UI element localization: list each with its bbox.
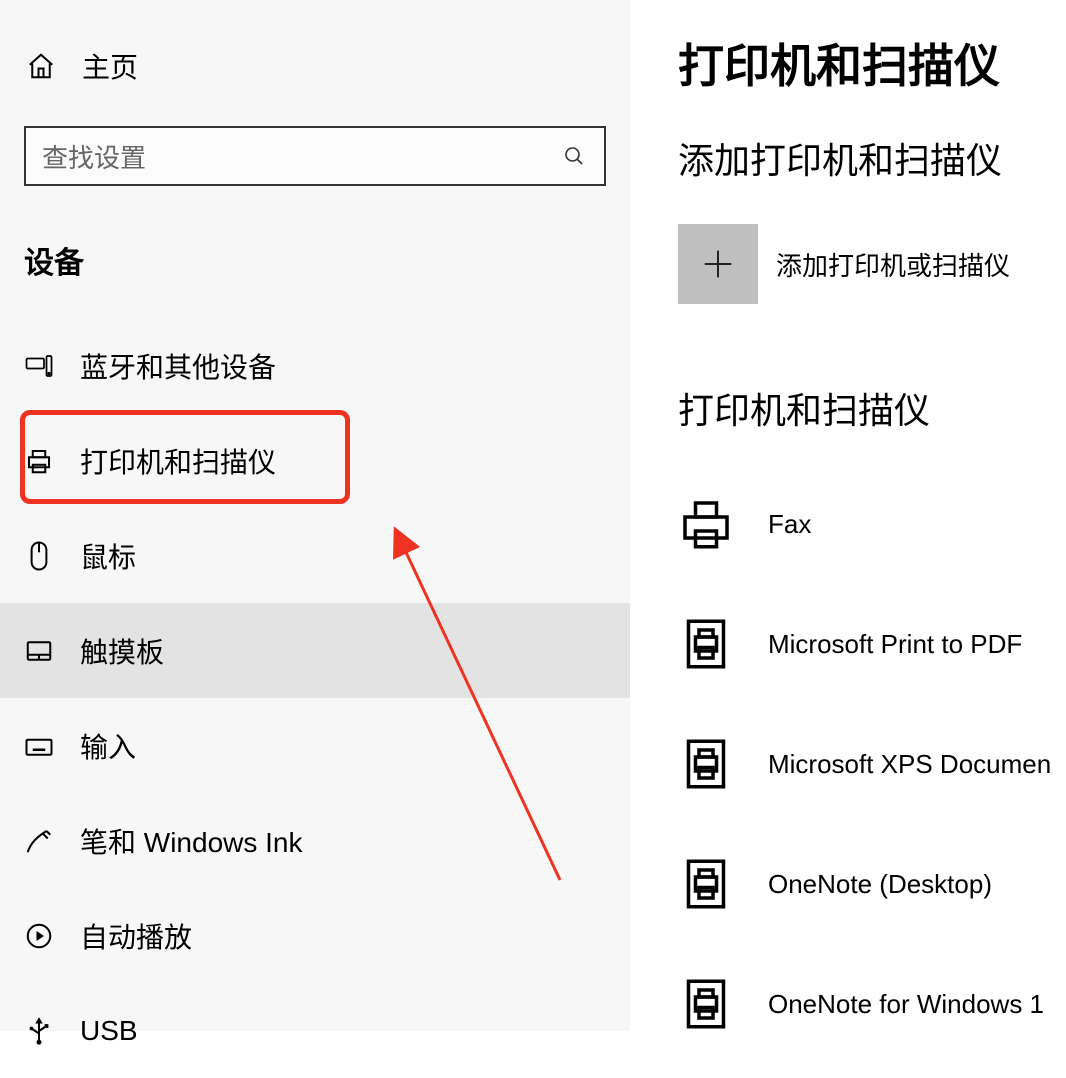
sidebar-item-label: 打印机和扫描仪	[80, 441, 276, 481]
home-button[interactable]: 主页	[0, 30, 630, 102]
sidebar-item-label: 自动播放	[80, 916, 192, 956]
sidebar-item-bluetooth[interactable]: 蓝牙和其他设备	[0, 318, 630, 413]
sidebar: 主页 查找设置 设备 蓝牙和其他设备	[0, 0, 630, 1031]
touchpad-icon	[24, 636, 80, 666]
home-icon	[26, 51, 82, 81]
main-pane: 打印机和扫描仪 添加打印机和扫描仪 添加打印机或扫描仪 打印机和扫描仪 Fax	[678, 0, 1066, 1064]
search-placeholder: 查找设置	[42, 138, 562, 175]
virtual-printer-icon	[678, 736, 768, 792]
sidebar-item-label: 笔和 Windows Ink	[80, 821, 303, 861]
printer-item-fax[interactable]: Fax	[678, 464, 1066, 584]
add-section-heading: 添加打印机和扫描仪	[678, 132, 1066, 184]
sidebar-item-mouse[interactable]: 鼠标	[0, 508, 630, 603]
printer-item-onenote-win[interactable]: OneNote for Windows 1	[678, 944, 1066, 1064]
printers-list-heading: 打印机和扫描仪	[678, 382, 1066, 434]
keyboard-icon	[24, 731, 80, 761]
autoplay-icon	[24, 921, 80, 951]
printer-item-xps[interactable]: Microsoft XPS Documen	[678, 704, 1066, 824]
search-icon	[562, 144, 588, 168]
sidebar-item-label: 触摸板	[80, 631, 164, 671]
add-printer-label: 添加打印机或扫描仪	[776, 246, 1010, 283]
add-printer-button[interactable]: 添加打印机或扫描仪	[678, 224, 1066, 304]
page-title: 打印机和扫描仪	[678, 30, 1066, 96]
sidebar-item-printers[interactable]: 打印机和扫描仪	[0, 413, 630, 508]
virtual-printer-icon	[678, 856, 768, 912]
virtual-printer-icon	[678, 616, 768, 672]
fax-icon	[678, 496, 768, 552]
sidebar-item-touchpad[interactable]: 触摸板	[0, 603, 630, 698]
printer-item-pdf[interactable]: Microsoft Print to PDF	[678, 584, 1066, 704]
sidebar-item-autoplay[interactable]: 自动播放	[0, 888, 630, 983]
mouse-icon	[24, 540, 80, 572]
sidebar-item-label: 鼠标	[80, 536, 136, 576]
printer-label: OneNote for Windows 1	[768, 989, 1044, 1020]
sidebar-item-typing[interactable]: 输入	[0, 698, 630, 793]
plus-icon	[678, 224, 758, 304]
printer-label: Fax	[768, 509, 811, 540]
search-input[interactable]: 查找设置	[24, 126, 606, 186]
sidebar-item-pen[interactable]: 笔和 Windows Ink	[0, 793, 630, 888]
pen-icon	[24, 826, 80, 856]
printer-icon	[24, 446, 80, 476]
printer-label: Microsoft Print to PDF	[768, 629, 1022, 660]
printer-item-onenote-desktop[interactable]: OneNote (Desktop)	[678, 824, 1066, 944]
section-title-devices: 设备	[24, 238, 630, 282]
printer-label: OneNote (Desktop)	[768, 869, 992, 900]
sidebar-item-label: 输入	[80, 726, 136, 766]
printer-label: Microsoft XPS Documen	[768, 749, 1051, 780]
sidebar-item-label: 蓝牙和其他设备	[80, 346, 276, 386]
home-label: 主页	[82, 46, 138, 86]
bluetooth-devices-icon	[24, 351, 80, 381]
virtual-printer-icon	[678, 976, 768, 1032]
